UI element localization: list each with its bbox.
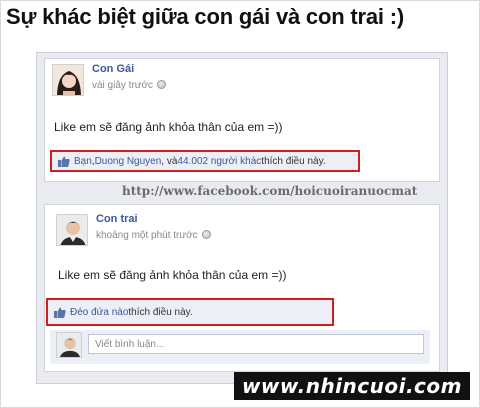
like-others-link[interactable]: 44.002 người khác — [177, 156, 261, 167]
post-time-boy-text[interactable]: khoảng một phút trước — [96, 230, 198, 241]
like-conjunction: , và — [161, 155, 178, 167]
post-message-girl: Like em sẽ đăng ảnh khỏa thân của em =)) — [54, 120, 283, 134]
post-author-girl[interactable]: Con Gái — [92, 63, 134, 75]
avatar-boy-image — [57, 215, 87, 245]
globe-icon — [157, 80, 167, 89]
avatar-girl[interactable] — [52, 64, 84, 96]
post-time-boy: khoảng một phút trước — [96, 230, 211, 241]
like-suffix-boy: thích điều này. — [128, 306, 193, 318]
comment-avatar — [56, 332, 82, 358]
globe-icon — [201, 230, 211, 239]
post-time-girl-text[interactable]: vài giây trước — [92, 80, 153, 91]
like-nobody-link[interactable]: Đéo đứa nào — [70, 307, 128, 318]
thumbs-up-icon — [58, 156, 70, 167]
like-suffix-girl: thích điều này. — [261, 155, 326, 167]
post-time-girl: vài giây trước — [92, 80, 167, 91]
like-summary-girl: Bạn, Duong Nguyen, và 44.002 người khác … — [50, 150, 360, 172]
site-logo: www.nhincuoi.com — [233, 372, 470, 400]
like-name-duong-nguyen[interactable]: Duong Nguyen — [95, 156, 162, 167]
meme-headline: Sự khác biệt giữa con gái và con trai :) — [6, 4, 404, 29]
watermark-url: http://www.facebook.com/hoicuoiranuocmat — [122, 184, 418, 198]
like-name-you[interactable]: Bạn — [74, 156, 92, 167]
avatar-boy[interactable] — [56, 214, 88, 246]
thumbs-up-icon — [54, 307, 66, 318]
comment-avatar-image — [57, 333, 81, 357]
post-author-boy[interactable]: Con trai — [96, 213, 138, 225]
avatar-girl-image — [53, 65, 83, 95]
comment-input[interactable]: Viết bình luận... — [88, 334, 424, 354]
post-message-boy: Like em sẽ đăng ảnh khỏa thân của em =)) — [58, 268, 287, 282]
like-summary-boy: Đéo đứa nào thích điều này. — [46, 298, 334, 326]
